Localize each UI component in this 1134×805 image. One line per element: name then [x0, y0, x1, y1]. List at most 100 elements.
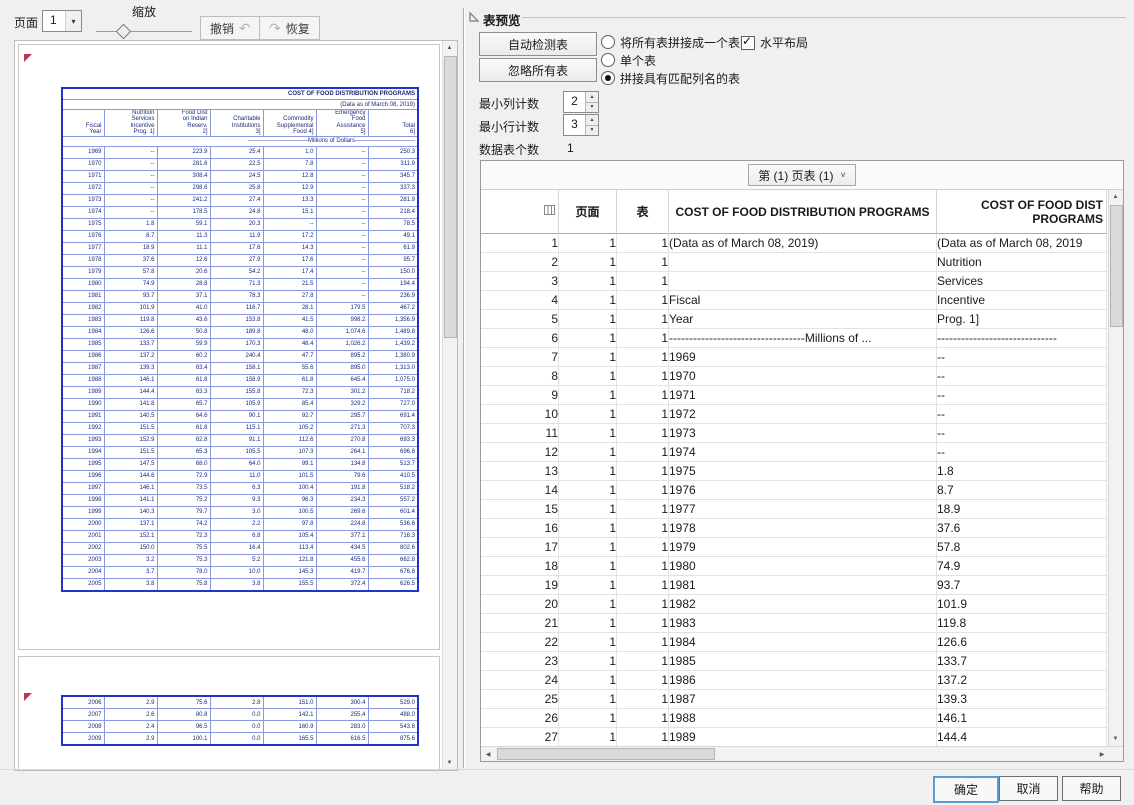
scroll-down-icon[interactable]: ▼ — [443, 756, 456, 770]
pdf-cell[interactable]: 3.8 — [104, 578, 157, 591]
cell-col4[interactable]: 37.6 — [937, 519, 1107, 538]
cell-col4[interactable]: 133.7 — [937, 652, 1107, 671]
cell-table[interactable]: 1 — [617, 367, 669, 386]
pdf-table-row[interactable]: 1997146.173.56.3100.4191.8518.2 — [62, 482, 418, 494]
pdf-cell[interactable]: 1997 — [62, 482, 104, 494]
cell-col4[interactable]: -- — [937, 348, 1107, 367]
table-selector-dropdown[interactable]: 第 (1) 页表 (1) ˅ — [748, 164, 856, 186]
pdf-cell[interactable]: 2006 — [62, 696, 104, 709]
pdf-cell[interactable]: 142.1 — [263, 709, 316, 721]
pdf-cell[interactable]: 1983 — [62, 314, 104, 326]
table-row[interactable]: 211Nutrition — [481, 253, 1107, 272]
pdf-cell[interactable]: 17.6 — [263, 254, 316, 266]
grid-horizontal-scrollbar[interactable]: ◀ ▶ — [481, 746, 1123, 761]
pdf-cell[interactable]: -- — [316, 242, 368, 254]
pdf-cell[interactable]: 2007 — [62, 709, 104, 721]
row-number[interactable]: 7 — [481, 348, 559, 367]
pdf-table-row[interactable]: 1984126.650.8189.848.01,074.61,489.8 — [62, 326, 418, 338]
table-row[interactable]: 21111983119.8 — [481, 614, 1107, 633]
pdf-cell[interactable]: 337.3 — [368, 182, 418, 194]
pdf-cell[interactable]: 15.1 — [263, 206, 316, 218]
pdf-cell[interactable]: 281.6 — [157, 158, 210, 170]
pdf-cell[interactable]: 126.6 — [104, 326, 157, 338]
table-row[interactable]: 1811198074.9 — [481, 557, 1107, 576]
pdf-cell[interactable]: 1980 — [62, 278, 104, 290]
pdf-cell[interactable]: 329.2 — [316, 398, 368, 410]
pdf-cell[interactable]: 145.3 — [263, 566, 316, 578]
row-number[interactable]: 14 — [481, 481, 559, 500]
pdf-cell[interactable]: 455.6 — [316, 554, 368, 566]
row-number[interactable]: 5 — [481, 310, 559, 329]
pdf-cell[interactable]: 75.8 — [157, 578, 210, 591]
table-row[interactable]: 11111973-- — [481, 424, 1107, 443]
cell-col4[interactable]: -- — [937, 386, 1107, 405]
pdf-cell[interactable]: 194.4 — [368, 278, 418, 290]
pdf-cell[interactable]: 61.8 — [157, 374, 210, 386]
table-row[interactable]: 25111987139.3 — [481, 690, 1107, 709]
row-number[interactable]: 16 — [481, 519, 559, 538]
pdf-cell[interactable]: 2002 — [62, 542, 104, 554]
pdf-table-row[interactable]: 1987139.363.4158.155.6895.01,313.0 — [62, 362, 418, 374]
pdf-table-row[interactable]: 1995147.568.064.099.1134.8513.7 — [62, 458, 418, 470]
pdf-cell[interactable]: 727.0 — [368, 398, 418, 410]
cell-col3[interactable]: 1974 — [669, 443, 937, 462]
cell-col4[interactable]: 119.8 — [937, 614, 1107, 633]
cell-col4[interactable]: (Data as of March 08, 2019 — [937, 234, 1107, 253]
spinner-value[interactable]: 3 — [564, 115, 585, 135]
pdf-cell[interactable]: 1990 — [62, 398, 104, 410]
pdf-cell[interactable]: 301.2 — [316, 386, 368, 398]
cell-col3[interactable] — [669, 253, 937, 272]
cell-col3[interactable]: 1986 — [669, 671, 937, 690]
pdf-cell[interactable]: 513.7 — [368, 458, 418, 470]
pdf-cell[interactable]: 97.8 — [263, 518, 316, 530]
zoom-slider-track[interactable] — [96, 31, 192, 32]
cell-table[interactable]: 1 — [617, 234, 669, 253]
scrollbar-thumb[interactable] — [497, 748, 715, 760]
pdf-cell[interactable]: -- — [104, 194, 157, 206]
pdf-cell[interactable]: 7.8 — [263, 158, 316, 170]
row-number[interactable]: 9 — [481, 386, 559, 405]
cell-col3[interactable]: 1975 — [669, 462, 937, 481]
pdf-cell[interactable]: 529.0 — [368, 696, 418, 709]
pdf-cell[interactable]: 146.1 — [104, 482, 157, 494]
cell-table[interactable]: 1 — [617, 557, 669, 576]
pdf-cell[interactable]: 100.1 — [157, 733, 210, 746]
pdf-cell[interactable]: 158.1 — [210, 362, 263, 374]
pdf-cell[interactable]: 18.9 — [104, 242, 157, 254]
pdf-table-row[interactable]: 20033.275.35.2121.8455.6662.8 — [62, 554, 418, 566]
pdf-cell[interactable]: 146.1 — [104, 374, 157, 386]
pdf-cell[interactable]: -- — [104, 170, 157, 182]
pdf-cell[interactable]: 119.8 — [104, 314, 157, 326]
pdf-cell[interactable]: -- — [316, 170, 368, 182]
column-header-cost[interactable]: COST OF FOOD DISTRIBUTION PROGRAMS — [669, 190, 937, 234]
table-row[interactable]: 111(Data as of March 08, 2019)(Data as o… — [481, 234, 1107, 253]
pdf-cell[interactable]: 1978 — [62, 254, 104, 266]
ok-button[interactable]: 确定 — [933, 776, 999, 803]
row-number[interactable]: 6 — [481, 329, 559, 348]
pdf-cell[interactable]: 802.6 — [368, 542, 418, 554]
help-button[interactable]: 帮助 — [1062, 776, 1121, 801]
row-number[interactable]: 8 — [481, 367, 559, 386]
cell-col3[interactable]: 1988 — [669, 709, 937, 728]
cell-col3[interactable]: 1972 — [669, 405, 937, 424]
table-row[interactable]: 23111985133.7 — [481, 652, 1107, 671]
table-row[interactable]: 26111988146.1 — [481, 709, 1107, 728]
pdf-cell[interactable]: 20.6 — [157, 266, 210, 278]
cell-table[interactable]: 1 — [617, 671, 669, 690]
pdf-cell[interactable]: 48.4 — [263, 338, 316, 350]
pdf-cell[interactable]: 151.5 — [104, 422, 157, 434]
pdf-cell[interactable]: 78.3 — [210, 290, 263, 302]
cell-col3[interactable]: 1971 — [669, 386, 937, 405]
pdf-cell[interactable]: 189.8 — [210, 326, 263, 338]
pdf-table-row[interactable]: 1974--178.524.815.1--218.4 — [62, 206, 418, 218]
cell-table[interactable]: 1 — [617, 424, 669, 443]
pdf-table-row[interactable]: 2001152.172.36.8105.4377.1716.3 — [62, 530, 418, 542]
pdf-cell[interactable]: 3.7 — [104, 566, 157, 578]
pdf-cell[interactable]: -- — [316, 254, 368, 266]
cell-page[interactable]: 1 — [559, 500, 617, 519]
cell-col3[interactable] — [669, 272, 937, 291]
pdf-cell[interactable]: 2.8 — [210, 696, 263, 709]
cell-col3[interactable]: 1976 — [669, 481, 937, 500]
pdf-cell[interactable]: 1987 — [62, 362, 104, 374]
cell-table[interactable]: 1 — [617, 329, 669, 348]
